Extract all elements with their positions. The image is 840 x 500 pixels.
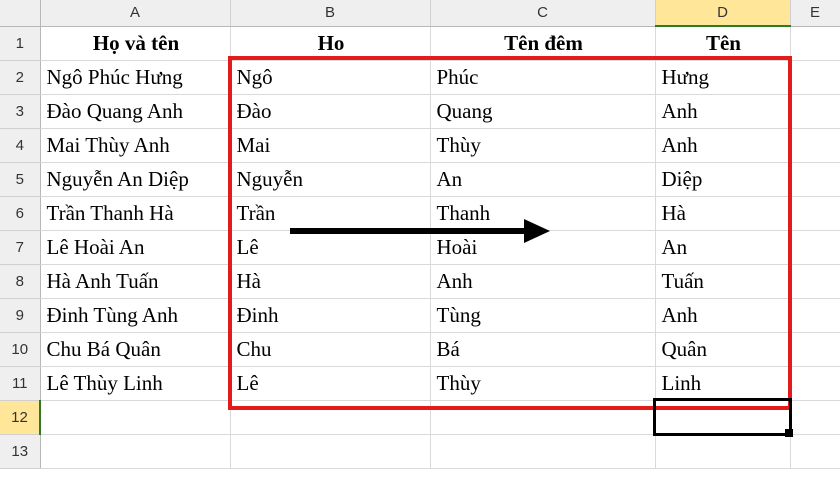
select-all-corner[interactable]	[0, 0, 40, 26]
cell-B6[interactable]: Trần	[230, 196, 430, 230]
cell-C11[interactable]: Thùy	[430, 366, 655, 400]
cell-C5[interactable]: An	[430, 162, 655, 196]
cell-C9[interactable]: Tùng	[430, 298, 655, 332]
cell-D10[interactable]: Quân	[655, 332, 790, 366]
cell-C8[interactable]: Anh	[430, 264, 655, 298]
row-header-9[interactable]: 9	[0, 298, 40, 332]
cell-D7[interactable]: An	[655, 230, 790, 264]
cell-D12[interactable]	[655, 400, 790, 434]
col-header-A[interactable]: A	[40, 0, 230, 26]
cell-E10[interactable]	[790, 332, 840, 366]
row-header-11[interactable]: 11	[0, 366, 40, 400]
cell-B13[interactable]	[230, 434, 430, 468]
cell-A13[interactable]	[40, 434, 230, 468]
cell-B4[interactable]: Mai	[230, 128, 430, 162]
cell-D5[interactable]: Diệp	[655, 162, 790, 196]
cell-C10[interactable]: Bá	[430, 332, 655, 366]
cell-C7[interactable]: Hoài	[430, 230, 655, 264]
cell-E12[interactable]	[790, 400, 840, 434]
cell-D11[interactable]: Linh	[655, 366, 790, 400]
row-header-3[interactable]: 3	[0, 94, 40, 128]
cell-B8[interactable]: Hà	[230, 264, 430, 298]
cell-B2[interactable]: Ngô	[230, 60, 430, 94]
cell-E2[interactable]	[790, 60, 840, 94]
grid: A B C D E 1 Họ và tên Ho Tên đêm Tên 2 N…	[0, 0, 840, 469]
cell-A3[interactable]: Đào Quang Anh	[40, 94, 230, 128]
cell-A2[interactable]: Ngô Phúc Hưng	[40, 60, 230, 94]
cell-B3[interactable]: Đào	[230, 94, 430, 128]
cell-E9[interactable]	[790, 298, 840, 332]
cell-A6[interactable]: Trần Thanh Hà	[40, 196, 230, 230]
cell-D13[interactable]	[655, 434, 790, 468]
cell-E13[interactable]	[790, 434, 840, 468]
cell-C1[interactable]: Tên đêm	[430, 26, 655, 60]
col-header-D[interactable]: D	[655, 0, 790, 26]
cell-D8[interactable]: Tuấn	[655, 264, 790, 298]
row-header-6[interactable]: 6	[0, 196, 40, 230]
row-header-2[interactable]: 2	[0, 60, 40, 94]
row-header-8[interactable]: 8	[0, 264, 40, 298]
cell-D2[interactable]: Hưng	[655, 60, 790, 94]
cell-A8[interactable]: Hà Anh Tuấn	[40, 264, 230, 298]
cell-D3[interactable]: Anh	[655, 94, 790, 128]
cell-A12[interactable]	[40, 400, 230, 434]
cell-C12[interactable]	[430, 400, 655, 434]
row-header-5[interactable]: 5	[0, 162, 40, 196]
cell-A5[interactable]: Nguyễn An Diệp	[40, 162, 230, 196]
cell-A9[interactable]: Đinh Tùng Anh	[40, 298, 230, 332]
row-header-12[interactable]: 12	[0, 400, 40, 434]
cell-B11[interactable]: Lê	[230, 366, 430, 400]
col-header-B[interactable]: B	[230, 0, 430, 26]
cell-E5[interactable]	[790, 162, 840, 196]
col-header-C[interactable]: C	[430, 0, 655, 26]
cell-B10[interactable]: Chu	[230, 332, 430, 366]
cell-E8[interactable]	[790, 264, 840, 298]
cell-D9[interactable]: Anh	[655, 298, 790, 332]
cell-B7[interactable]: Lê	[230, 230, 430, 264]
cell-E6[interactable]	[790, 196, 840, 230]
cell-B12[interactable]	[230, 400, 430, 434]
cell-E4[interactable]	[790, 128, 840, 162]
row-header-7[interactable]: 7	[0, 230, 40, 264]
cell-C13[interactable]	[430, 434, 655, 468]
cell-D4[interactable]: Anh	[655, 128, 790, 162]
row-header-1[interactable]: 1	[0, 26, 40, 60]
cell-A4[interactable]: Mai Thùy Anh	[40, 128, 230, 162]
row-header-13[interactable]: 13	[0, 434, 40, 468]
cell-D1[interactable]: Tên	[655, 26, 790, 60]
cell-C3[interactable]: Quang	[430, 94, 655, 128]
cell-E3[interactable]	[790, 94, 840, 128]
cell-C2[interactable]: Phúc	[430, 60, 655, 94]
cell-D6[interactable]: Hà	[655, 196, 790, 230]
cell-A10[interactable]: Chu Bá Quân	[40, 332, 230, 366]
cell-C4[interactable]: Thùy	[430, 128, 655, 162]
row-header-10[interactable]: 10	[0, 332, 40, 366]
cell-A1[interactable]: Họ và tên	[40, 26, 230, 60]
cell-B9[interactable]: Đinh	[230, 298, 430, 332]
cell-C6[interactable]: Thanh	[430, 196, 655, 230]
cell-E1[interactable]	[790, 26, 840, 60]
spreadsheet: A B C D E 1 Họ và tên Ho Tên đêm Tên 2 N…	[0, 0, 840, 500]
row-header-4[interactable]: 4	[0, 128, 40, 162]
col-header-E[interactable]: E	[790, 0, 840, 26]
cell-B5[interactable]: Nguyễn	[230, 162, 430, 196]
cell-E11[interactable]	[790, 366, 840, 400]
cell-A7[interactable]: Lê Hoài An	[40, 230, 230, 264]
cell-E7[interactable]	[790, 230, 840, 264]
cell-A11[interactable]: Lê Thùy Linh	[40, 366, 230, 400]
cell-B1[interactable]: Ho	[230, 26, 430, 60]
